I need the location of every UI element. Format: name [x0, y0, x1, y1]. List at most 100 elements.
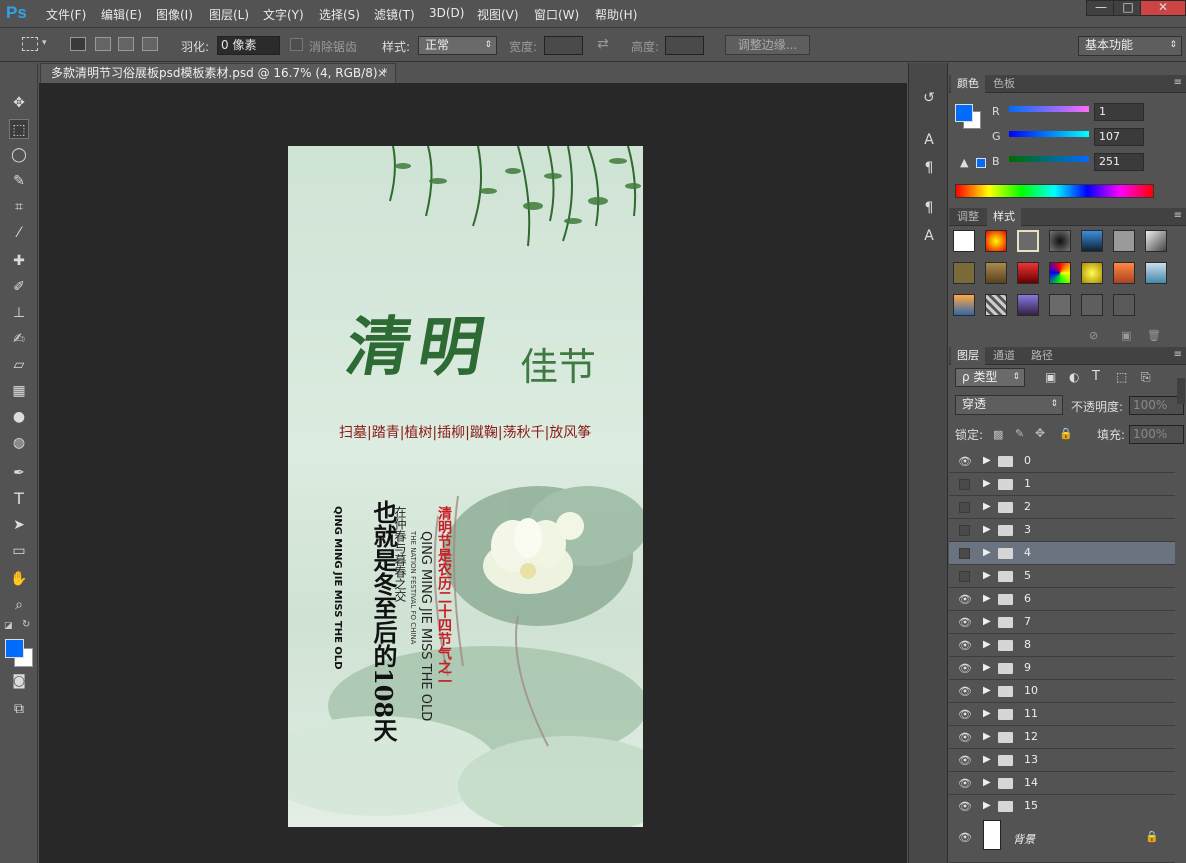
r-value[interactable]: 1 — [1094, 103, 1144, 121]
move-tool-icon[interactable]: ✥ — [9, 93, 29, 113]
screen-mode-icon[interactable]: ⧉ — [9, 699, 29, 719]
visibility-toggle[interactable] — [959, 525, 970, 536]
expand-triangle-icon[interactable]: ▶ — [983, 639, 991, 650]
expand-triangle-icon[interactable]: ▶ — [983, 547, 991, 558]
rectangle-tool-icon[interactable]: ▭ — [9, 541, 29, 561]
style-swatch-12[interactable] — [1113, 262, 1135, 284]
eye-icon[interactable]: 👁 — [958, 708, 972, 721]
menu-view[interactable]: 视图(V) — [477, 6, 519, 23]
eye-icon[interactable]: 👁 — [958, 616, 972, 629]
character-icon[interactable]: A — [919, 130, 939, 150]
style-swatch-6[interactable] — [1145, 230, 1167, 252]
minimize-button[interactable]: — — [1086, 0, 1116, 16]
expand-triangle-icon[interactable]: ▶ — [983, 777, 991, 788]
eye-icon[interactable]: 👁 — [958, 731, 972, 744]
foreground-color-swatch[interactable] — [5, 639, 24, 658]
panel-menu-icon[interactable]: ≡ — [1174, 77, 1182, 88]
swap-icon[interactable]: ⇄ — [597, 36, 609, 52]
style-swatch-10[interactable] — [1049, 262, 1071, 284]
expand-triangle-icon[interactable]: ▶ — [983, 754, 991, 765]
expand-triangle-icon[interactable]: ▶ — [983, 455, 991, 466]
style-swatch-1[interactable] — [985, 230, 1007, 252]
close-button[interactable]: ✕ — [1140, 0, 1186, 16]
menu-select[interactable]: 选择(S) — [319, 6, 360, 23]
panel-menu-icon[interactable]: ≡ — [1174, 349, 1182, 360]
layer-row[interactable]: 👁 ▶ 7 — [949, 611, 1175, 634]
path-selection-tool-icon[interactable]: ➤ — [9, 515, 29, 535]
blur-tool-icon[interactable]: ● — [9, 407, 29, 427]
pixel-filter-icon[interactable]: ▣ — [1045, 370, 1056, 384]
expand-triangle-icon[interactable]: ▶ — [983, 708, 991, 719]
style-swatch-19[interactable] — [1113, 294, 1135, 316]
marquee-tool-icon[interactable]: ⬚ — [9, 119, 29, 139]
lock-transparent-icon[interactable]: ▩ — [993, 428, 1003, 441]
layer-row[interactable]: 👁 ▶ 8 — [949, 634, 1175, 657]
lasso-tool-icon[interactable]: ◯ — [9, 145, 29, 165]
hand-tool-icon[interactable]: ✋ — [9, 569, 29, 589]
eye-icon[interactable]: 👁 — [958, 777, 972, 790]
subtract-selection-icon[interactable] — [118, 37, 134, 51]
style-swatch-9[interactable] — [1017, 262, 1039, 284]
expand-triangle-icon[interactable]: ▶ — [983, 685, 991, 696]
new-style-icon[interactable]: ▣ — [1121, 329, 1131, 342]
menu-file[interactable]: 文件(F) — [46, 6, 86, 23]
visibility-toggle[interactable] — [959, 502, 970, 513]
tab-channels[interactable]: 通道 — [987, 347, 1021, 365]
tab-styles[interactable]: 样式 — [987, 208, 1021, 226]
panel-menu-icon[interactable]: ≡ — [1174, 210, 1182, 221]
eye-icon[interactable]: 👁 — [958, 831, 972, 844]
history-icon[interactable]: ↺ — [919, 88, 939, 108]
dodge-tool-icon[interactable]: ◍ — [9, 433, 29, 453]
height-input[interactable] — [665, 36, 704, 55]
eye-icon[interactable]: 👁 — [958, 662, 972, 675]
tab-swatches[interactable]: 色板 — [987, 75, 1021, 93]
expand-triangle-icon[interactable]: ▶ — [983, 616, 991, 627]
g-slider[interactable] — [1009, 131, 1089, 137]
zoom-tool-icon[interactable]: ⌕ — [9, 595, 29, 615]
style-swatch-17[interactable] — [1049, 294, 1071, 316]
expand-triangle-icon[interactable]: ▶ — [983, 731, 991, 742]
color-spectrum-bar[interactable] — [955, 184, 1154, 198]
layer-row[interactable]: 👁 ▶ 10 — [949, 680, 1175, 703]
layer-row[interactable]: 👁 ▶ 9 — [949, 657, 1175, 680]
chevron-down-icon[interactable]: ▾ — [42, 38, 47, 48]
default-colors-icon[interactable]: ◪ — [4, 621, 13, 631]
brush-tool-icon[interactable]: ✐ — [9, 277, 29, 297]
layer-row[interactable]: 👁 ▶ 12 — [949, 726, 1175, 749]
layer-filter-select[interactable]: ρ 类型 ⇕ — [955, 368, 1025, 387]
b-value[interactable]: 251 — [1094, 153, 1144, 171]
menu-layer[interactable]: 图层(L) — [209, 6, 249, 23]
eye-icon[interactable]: 👁 — [958, 754, 972, 767]
eye-icon[interactable]: 👁 — [958, 639, 972, 652]
gradient-tool-icon[interactable]: ▦ — [9, 381, 29, 401]
style-swatch-8[interactable] — [985, 262, 1007, 284]
feather-input[interactable]: 0 像素 — [217, 36, 280, 55]
stamp-tool-icon[interactable]: ⊥ — [9, 303, 29, 323]
paragraph-styles-icon[interactable]: ¶ — [919, 198, 939, 218]
history-brush-tool-icon[interactable]: ✍ — [9, 329, 29, 349]
expand-triangle-icon[interactable]: ▶ — [983, 662, 991, 673]
type-filter-icon[interactable]: T — [1092, 369, 1100, 384]
smart-object-filter-icon[interactable]: ⎘ — [1141, 370, 1151, 385]
expand-triangle-icon[interactable]: ▶ — [983, 524, 991, 535]
close-tab-icon[interactable]: × — [377, 64, 387, 83]
blend-mode-select[interactable]: 穿透 ⇕ — [955, 395, 1063, 415]
new-selection-icon[interactable] — [70, 37, 86, 51]
lock-position-icon[interactable]: ✥ — [1035, 426, 1045, 440]
layer-row[interactable]: ▶ 3 — [949, 519, 1175, 542]
document-tab[interactable]: 多款清明节习俗展板psd模板素材.psd @ 16.7% (4, RGB/8) … — [40, 63, 396, 83]
healing-brush-tool-icon[interactable]: ✚ — [9, 251, 29, 271]
expand-triangle-icon[interactable]: ▶ — [983, 593, 991, 604]
maximize-button[interactable]: □ — [1113, 0, 1143, 16]
menu-help[interactable]: 帮助(H) — [595, 6, 637, 23]
tab-color[interactable]: 颜色 — [951, 75, 985, 93]
eye-icon[interactable]: 👁 — [958, 455, 972, 468]
style-swatch-15[interactable] — [985, 294, 1007, 316]
type-tool-icon[interactable]: T — [9, 489, 29, 509]
menu-edit[interactable]: 编辑(E) — [101, 6, 142, 23]
style-swatch-18[interactable] — [1081, 294, 1103, 316]
antialias-checkbox[interactable] — [290, 38, 303, 51]
color-panel-fg-swatch[interactable] — [955, 104, 973, 122]
r-slider[interactable] — [1009, 106, 1089, 112]
poster-canvas[interactable]: 清明 佳节 扫墓|踏青|植树|插柳|蹴鞠|荡秋千|放风筝 也就是冬至后的108天… — [288, 146, 643, 827]
